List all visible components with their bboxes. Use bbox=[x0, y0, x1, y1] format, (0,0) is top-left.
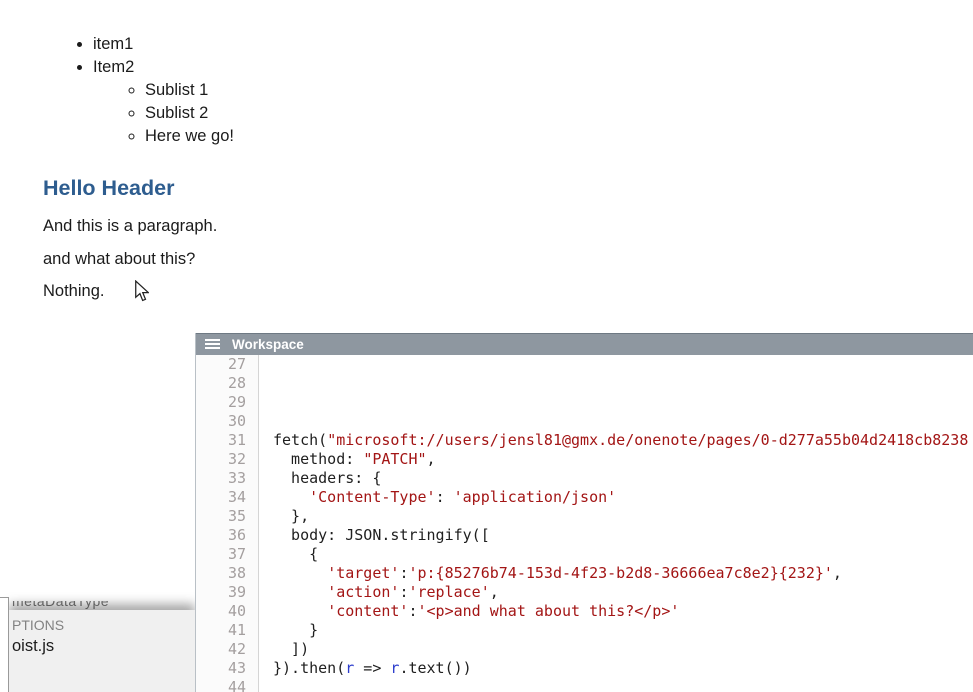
code-line[interactable]: 35 }, bbox=[196, 507, 973, 526]
document-list: item1 Item2 Sublist 1 Sublist 2 Here we … bbox=[43, 33, 234, 148]
line-number: 41 bbox=[196, 621, 246, 640]
code-line[interactable]: 31 fetch("microsoft://users/jensl81@gmx.d… bbox=[196, 431, 973, 450]
mouse-cursor-icon bbox=[134, 280, 149, 307]
code-text: 'content':'<p>and what about this?</p>' bbox=[273, 602, 679, 621]
paragraph: And this is a paragraph. bbox=[43, 217, 217, 236]
code-text: body: JSON.stringify([ bbox=[273, 526, 490, 545]
sublist-item: Sublist 1 bbox=[145, 79, 234, 102]
line-number: 37 bbox=[196, 545, 246, 564]
sublist-item: Here we go! bbox=[145, 125, 234, 148]
code-line[interactable]: 28 bbox=[196, 374, 973, 393]
code-text: headers: { bbox=[273, 469, 381, 488]
line-number: 39 bbox=[196, 583, 246, 602]
code-text: 'Content-Type': 'application/json' bbox=[273, 488, 616, 507]
paragraph: and what about this? bbox=[43, 250, 195, 269]
code-line[interactable]: 36 body: JSON.stringify([ bbox=[196, 526, 973, 545]
line-number: 38 bbox=[196, 564, 246, 583]
hamburger-menu-icon[interactable] bbox=[205, 339, 220, 351]
code-text: } bbox=[273, 621, 318, 640]
popup-item[interactable]: PTIONS bbox=[12, 617, 64, 633]
code-lines: 2728293031 fetch("microsoft://users/jensl… bbox=[196, 355, 973, 692]
list-item: item1 bbox=[93, 33, 234, 56]
code-line[interactable]: 43 }).then(r => r.text()) bbox=[196, 659, 973, 678]
line-number: 29 bbox=[196, 393, 246, 412]
line-number: 36 bbox=[196, 526, 246, 545]
code-line[interactable]: 32 method: "PATCH", bbox=[196, 450, 973, 469]
code-editor[interactable]: 2728293031 fetch("microsoft://users/jensl… bbox=[196, 355, 973, 692]
line-number: 35 bbox=[196, 507, 246, 526]
page: item1 Item2 Sublist 1 Sublist 2 Here we … bbox=[0, 0, 973, 692]
popup-item[interactable]: oist.js bbox=[12, 637, 54, 656]
code-text: 'target':'p:{85276b74-153d-4f23-b2d8-366… bbox=[273, 564, 842, 583]
line-number: 31 bbox=[196, 431, 246, 450]
line-number: 43 bbox=[196, 659, 246, 678]
page-heading: Hello Header bbox=[43, 176, 174, 201]
code-line[interactable]: 27 bbox=[196, 355, 973, 374]
line-number: 33 bbox=[196, 469, 246, 488]
code-line[interactable]: 42 ]) bbox=[196, 640, 973, 659]
code-line[interactable]: 30 bbox=[196, 412, 973, 431]
popup-left-edge bbox=[0, 597, 9, 692]
line-number: 44 bbox=[196, 678, 246, 692]
code-text: fetch("microsoft://users/jensl81@gmx.de/… bbox=[273, 431, 968, 450]
line-number: 30 bbox=[196, 412, 246, 431]
code-line[interactable]: 29 bbox=[196, 393, 973, 412]
code-text: }).then(r => r.text()) bbox=[273, 659, 472, 678]
code-line[interactable]: 38 'target':'p:{85276b74-153d-4f23-b2d8-… bbox=[196, 564, 973, 583]
list-item: Item2 bbox=[93, 56, 234, 79]
line-number: 42 bbox=[196, 640, 246, 659]
workspace-title: Workspace bbox=[232, 334, 304, 355]
line-number: 40 bbox=[196, 602, 246, 621]
workspace-panel: Workspace 2728293031 fetch("microsoft://u… bbox=[195, 333, 973, 692]
code-line[interactable]: 41 } bbox=[196, 621, 973, 640]
line-number: 32 bbox=[196, 450, 246, 469]
code-text: ]) bbox=[273, 640, 309, 659]
code-text: { bbox=[273, 545, 318, 564]
workspace-header: Workspace bbox=[196, 333, 973, 355]
sublist-item: Sublist 2 bbox=[145, 102, 234, 125]
code-text: }, bbox=[273, 507, 309, 526]
code-line[interactable]: 40 'content':'<p>and what about this?</p… bbox=[196, 602, 973, 621]
code-line[interactable]: 44 bbox=[196, 678, 973, 692]
code-line[interactable]: 39 'action':'replace', bbox=[196, 583, 973, 602]
code-text: 'action':'replace', bbox=[273, 583, 499, 602]
code-line[interactable]: 33 headers: { bbox=[196, 469, 973, 488]
paragraph: Nothing. bbox=[43, 282, 104, 301]
popup-panel: PTIONS oist.js bbox=[9, 610, 195, 692]
line-number: 28 bbox=[196, 374, 246, 393]
line-number: 27 bbox=[196, 355, 246, 374]
code-text: method: "PATCH", bbox=[273, 450, 436, 469]
code-line[interactable]: 37 { bbox=[196, 545, 973, 564]
code-line[interactable]: 34 'Content-Type': 'application/json' bbox=[196, 488, 973, 507]
popup-clipped-item: metaDataType bbox=[12, 601, 192, 610]
line-number: 34 bbox=[196, 488, 246, 507]
